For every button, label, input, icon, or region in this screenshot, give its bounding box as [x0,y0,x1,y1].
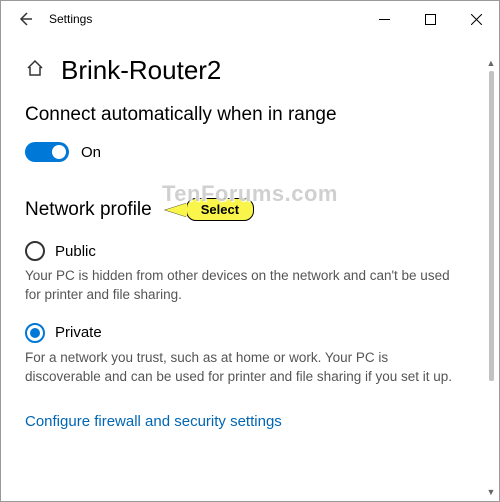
scroll-up-icon[interactable]: ▲ [486,57,496,69]
close-button[interactable] [453,3,499,35]
network-profile-heading: Network profile [25,199,152,221]
page-title: Brink-Router2 [61,55,221,86]
radio-option-private: Private For a network you trust, such as… [25,323,475,387]
select-callout: Select [186,198,254,221]
titlebar: Settings [1,1,499,37]
toggle-state-label: On [81,144,101,161]
scroll-down-icon[interactable]: ▼ [486,486,496,498]
radio-public[interactable] [25,241,45,261]
content-area: Connect automatically when in range On N… [1,96,499,496]
window-title: Settings [49,12,92,26]
minimize-button[interactable] [361,3,407,35]
radio-option-public: Public Your PC is hidden from other devi… [25,241,475,305]
radio-row-private[interactable]: Private [25,323,475,343]
close-icon [471,14,482,25]
radio-label-private: Private [55,324,102,341]
back-button[interactable] [9,3,41,35]
network-profile-heading-row: Network profile Select [25,198,475,221]
scrollbar[interactable]: ▲ ▼ [486,57,496,498]
auto-connect-toggle[interactable] [25,142,69,162]
auto-connect-heading: Connect automatically when in range [25,104,475,126]
page-header: Brink-Router2 [1,37,499,96]
radio-row-public[interactable]: Public [25,241,475,261]
maximize-button[interactable] [407,3,453,35]
radio-desc-private: For a network you trust, such as at home… [25,349,465,387]
minimize-icon [379,14,390,25]
window-controls [361,3,499,35]
radio-desc-public: Your PC is hidden from other devices on … [25,267,465,305]
home-icon[interactable] [25,58,45,83]
arrow-left-icon [17,11,33,27]
firewall-link[interactable]: Configure firewall and security settings [25,413,282,430]
radio-private[interactable] [25,323,45,343]
radio-label-public: Public [55,243,96,260]
auto-connect-toggle-row: On [25,142,475,162]
scrollbar-thumb[interactable] [489,71,494,381]
maximize-icon [425,14,436,25]
